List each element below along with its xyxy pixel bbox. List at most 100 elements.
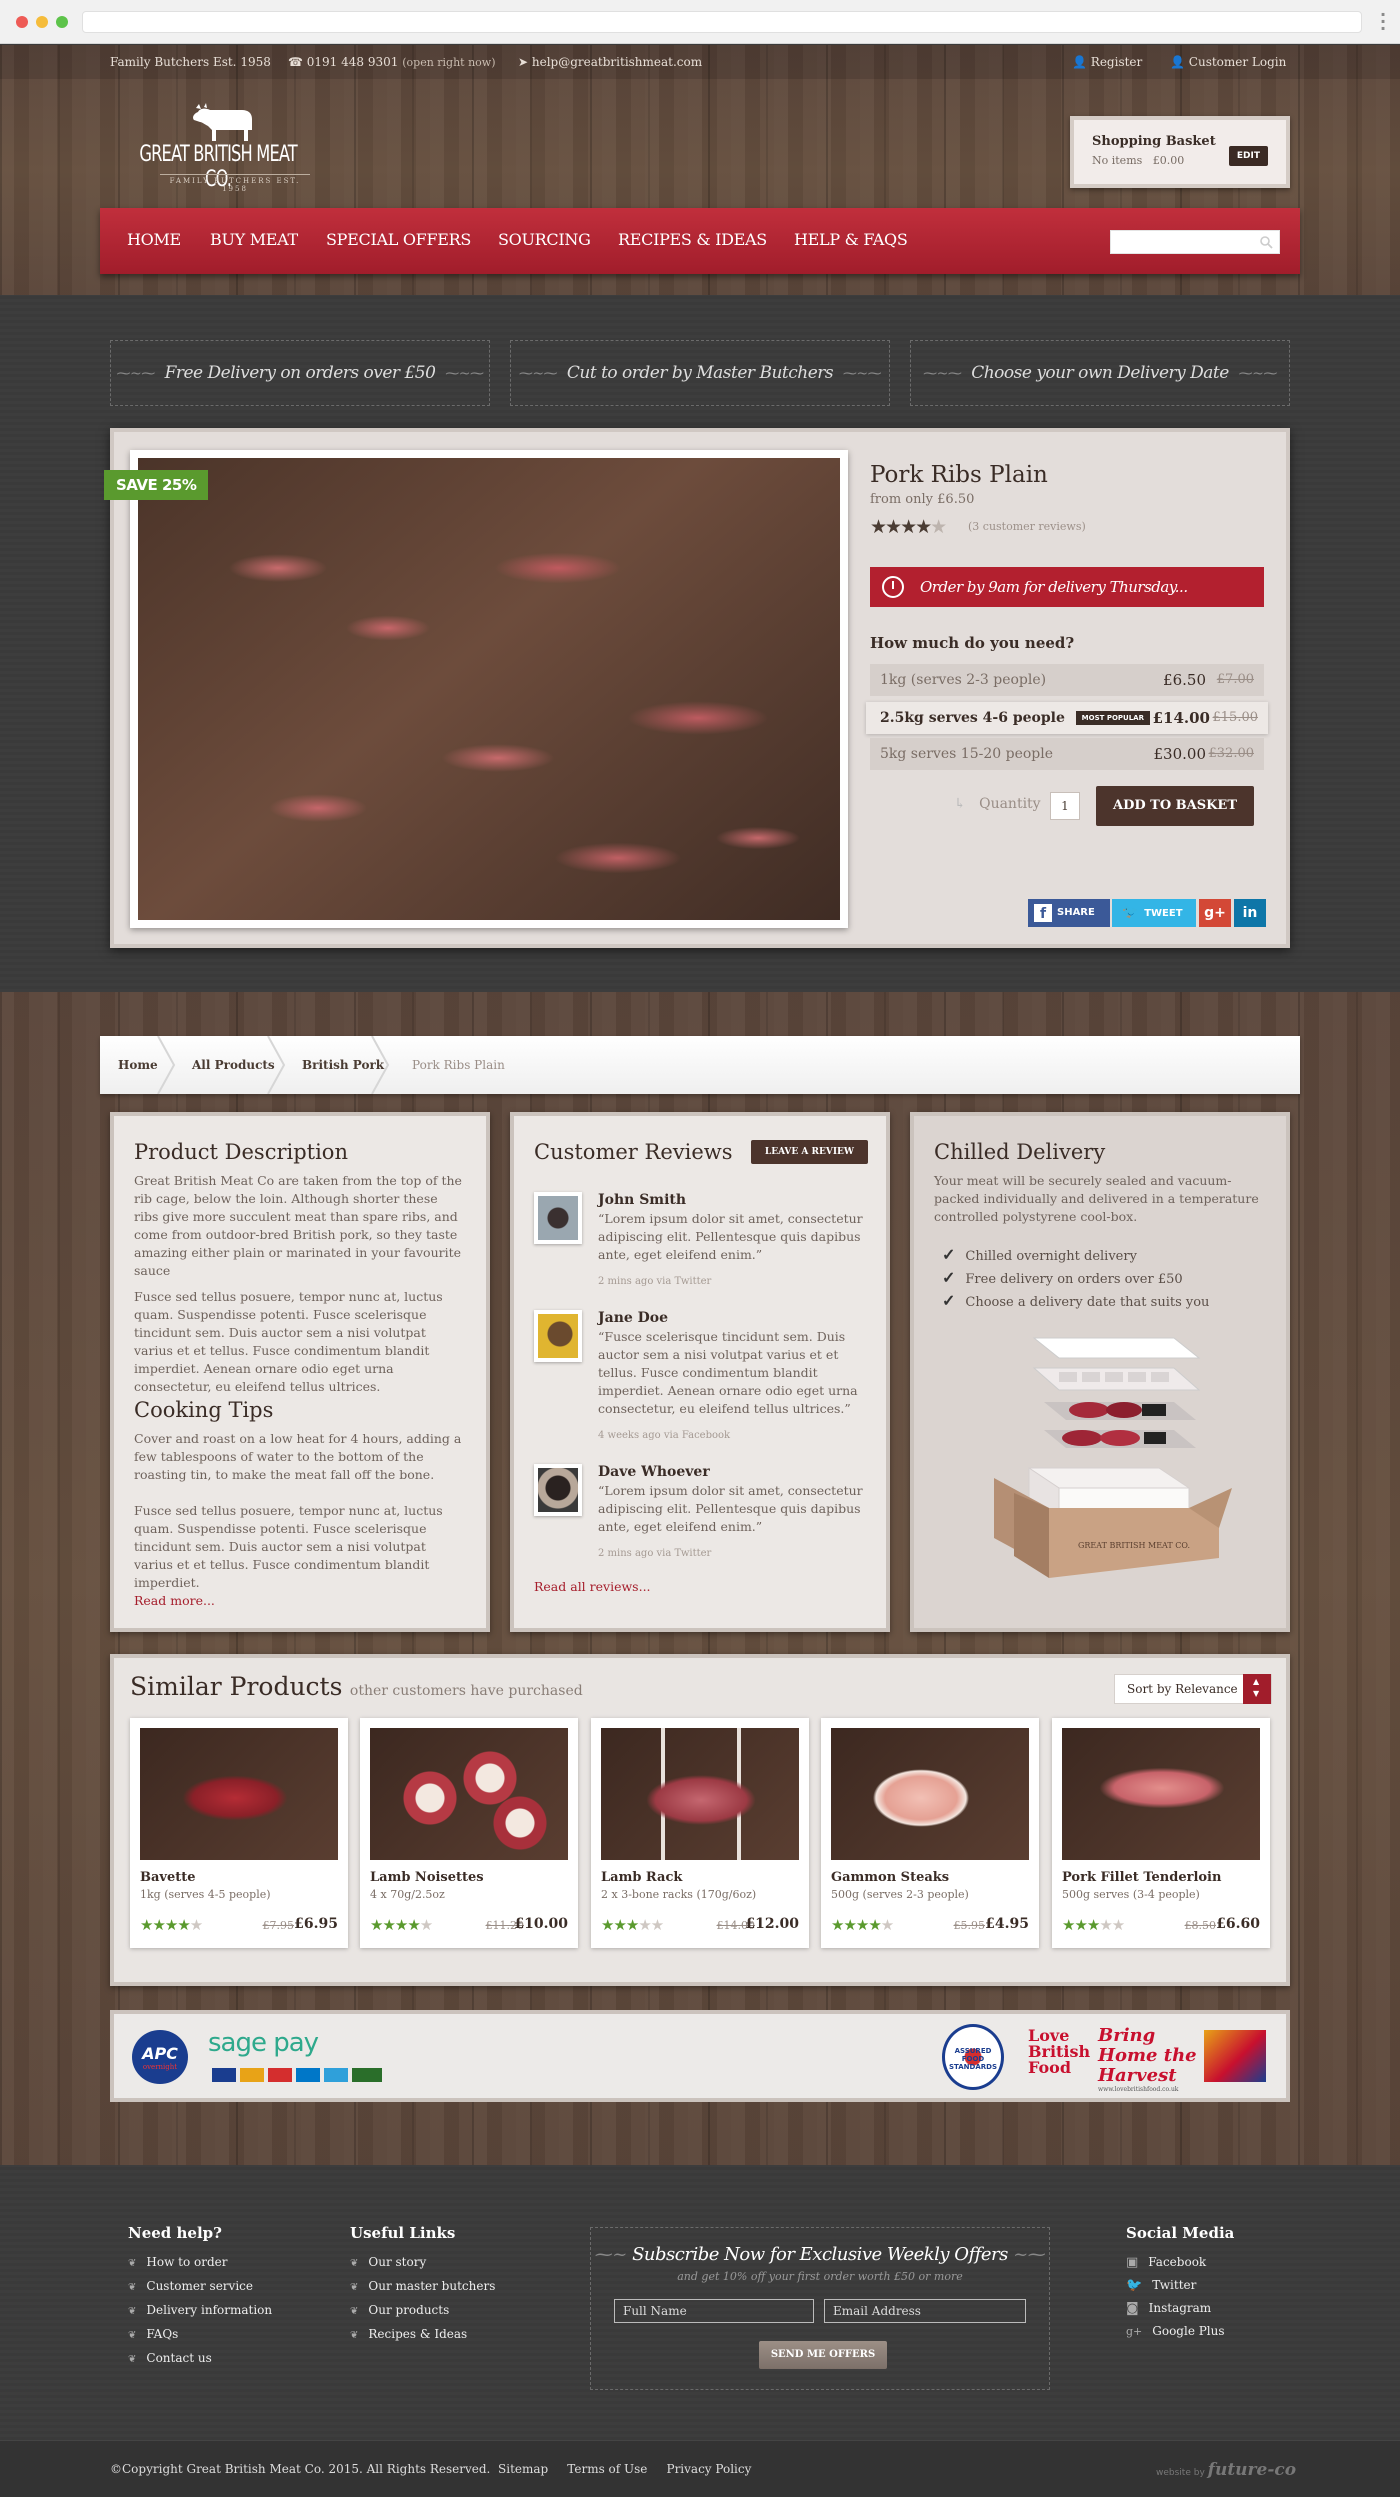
login-link[interactable]: 👤 Customer Login: [1170, 55, 1286, 69]
card-icons: [212, 2068, 382, 2082]
read-more-link[interactable]: Read more...: [134, 1592, 215, 1610]
quantity-input[interactable]: 1: [1050, 792, 1080, 820]
avatar: [534, 1464, 582, 1516]
useful-link[interactable]: ❦ Our story: [350, 2251, 495, 2275]
leave-review-button[interactable]: LEAVE A REVIEW: [750, 1140, 868, 1164]
nav-help-faqs[interactable]: HELP & FAQS: [794, 230, 908, 249]
twitter-icon: 🐦: [1122, 905, 1139, 920]
email-contact[interactable]: ➤ help@greatbritishmeat.com: [518, 55, 702, 69]
option-label: 5kg serves 15-20 people: [880, 746, 1054, 762]
facebook-share-button[interactable]: f SHARE: [1028, 899, 1110, 927]
address-bar[interactable]: [82, 11, 1362, 33]
nav-buy-meat[interactable]: BUY MEAT: [210, 230, 298, 249]
size-option[interactable]: 1kg (serves 2-3 people) £6.50 £7.00: [870, 664, 1264, 696]
help-link[interactable]: ❦ FAQs: [128, 2323, 272, 2347]
nav-sourcing[interactable]: SOURCING: [498, 230, 591, 249]
basket-items: No items: [1092, 154, 1143, 167]
phone-note: (open right now): [402, 56, 496, 69]
card-name: Lamb Rack: [601, 1870, 683, 1885]
help-link[interactable]: ❦ Delivery information: [128, 2299, 272, 2323]
rating-stars-filled: ★★★★: [870, 516, 932, 538]
sort-dropdown[interactable]: Sort by Relevance ▲ ▼: [1114, 1674, 1272, 1704]
pork-fillet-image: [1062, 1728, 1260, 1860]
shopping-basket[interactable]: Shopping Basket No items £0.00 EDIT: [1070, 116, 1290, 188]
card-desc: 4 x 70g/2.5oz: [370, 1888, 445, 1901]
add-to-basket-button[interactable]: ADD TO BASKET: [1096, 786, 1254, 826]
twitter-icon: 🐦: [1126, 2278, 1143, 2293]
credit-prefix: website by: [1156, 2468, 1205, 2478]
nav-special-offers[interactable]: SPECIAL OFFERS: [326, 230, 471, 249]
send-offers-button[interactable]: SEND ME OFFERS: [759, 2341, 887, 2369]
option-old-price: £7.00: [1216, 672, 1254, 687]
useful-link[interactable]: ❦ Our master butchers: [350, 2275, 495, 2299]
cooking-tips-text-2: Fusce sed tellus posuere, tempor nunc at…: [134, 1503, 443, 1590]
search-input[interactable]: [1110, 230, 1280, 254]
order-deadline-banner: Order by 9am for delivery Thursday...: [870, 567, 1264, 607]
close-window-icon[interactable]: [16, 16, 28, 28]
dropdown-arrows-icon[interactable]: ▲ ▼: [1243, 1674, 1271, 1704]
instagram-link[interactable]: ◙ Instagram: [1126, 2297, 1225, 2320]
help-link-label: How to order: [146, 2255, 228, 2269]
reviewer-name: Dave Whoever: [598, 1464, 710, 1480]
linkedin-share-button[interactable]: in: [1234, 899, 1266, 927]
breadcrumb-all-products[interactable]: All Products: [192, 1058, 275, 1072]
lamb-rack-image: [601, 1728, 799, 1860]
useful-link[interactable]: ❦ Our products: [350, 2299, 495, 2323]
product-card[interactable]: Bavette 1kg (serves 4-5 people) ★★★★★ £7…: [130, 1718, 348, 1948]
twitter-link[interactable]: 🐦 Twitter: [1126, 2274, 1225, 2297]
swirl-right-icon: ~⁓: [1007, 2244, 1046, 2265]
card-old-price: £7.95: [262, 1919, 295, 1932]
useful-link[interactable]: ❦ Recipes & Ideas: [350, 2323, 495, 2347]
sort-value: Sort by Relevance: [1127, 1682, 1238, 1696]
twitter-share-button[interactable]: 🐦 TWEET: [1112, 899, 1196, 927]
card-old-price: £8.50: [1184, 1919, 1217, 1932]
product-photo[interactable]: [130, 450, 848, 928]
card-rating: ★★★★★: [370, 1916, 433, 1934]
size-option-selected[interactable]: 2.5kg serves 4-6 people MOST POPULAR £14.0…: [866, 702, 1268, 734]
help-link[interactable]: ❦ Contact us: [128, 2347, 272, 2371]
basket-edit-button[interactable]: EDIT: [1228, 146, 1268, 166]
card-desc: 2 x 3-bone racks (170g/6oz): [601, 1888, 757, 1901]
product-from-price: from only £6.50: [870, 492, 975, 507]
site-logo[interactable]: GREAT BRITISH MEAT CO. FAMILY BUTCHERS E…: [132, 100, 342, 193]
box-label: GREAT BRITISH MEAT CO.: [1078, 1541, 1190, 1550]
email-input[interactable]: Email Address: [824, 2299, 1026, 2323]
breadcrumb-home[interactable]: Home: [118, 1058, 158, 1072]
fleur-icon: ❦: [128, 2354, 137, 2365]
product-card[interactable]: Lamb Noisettes 4 x 70g/2.5oz ★★★★★ £11.2…: [360, 1718, 578, 1948]
stars-filled: ★★★★: [831, 1916, 882, 1934]
privacy-link[interactable]: Privacy Policy: [667, 2462, 752, 2476]
usp-free-delivery: ⁓~⁓ Free Delivery on orders over £50 ⁓~⁓: [110, 340, 490, 406]
product-card[interactable]: Lamb Rack 2 x 3-bone racks (170g/6oz) ★★…: [591, 1718, 809, 1948]
product-card[interactable]: Gammon Steaks 500g (serves 2-3 people) ★…: [821, 1718, 1039, 1948]
help-link[interactable]: ❦ Customer service: [128, 2275, 272, 2299]
product-title: Pork Ribs Plain: [870, 462, 1048, 488]
google-plus-share-button[interactable]: g+: [1199, 899, 1231, 927]
browser-menu-icon[interactable]: · · ·: [1380, 7, 1386, 37]
harvest-basket-icon: [1204, 2030, 1266, 2082]
register-label: Register: [1090, 55, 1143, 69]
social-title: Social Media: [1126, 2224, 1235, 2242]
phone-contact[interactable]: ☎ 0191 448 9301 (open right now): [288, 55, 496, 69]
search-icon[interactable]: [1259, 235, 1273, 249]
sitemap-link[interactable]: Sitemap: [498, 2462, 548, 2476]
site-credit[interactable]: website by future-co: [1156, 2460, 1296, 2480]
tweet-label: TWEET: [1144, 908, 1183, 919]
google-plus-link[interactable]: g+ Google Plus: [1126, 2320, 1225, 2343]
clock-icon: [882, 576, 904, 598]
terms-link[interactable]: Terms of Use: [567, 2462, 647, 2476]
full-name-input[interactable]: Full Name: [614, 2299, 814, 2323]
reviews-count-link[interactable]: (3 customer reviews): [968, 520, 1086, 533]
nav-recipes-ideas[interactable]: RECIPES & IDEAS: [618, 230, 767, 249]
read-all-reviews-link[interactable]: Read all reviews...: [534, 1578, 651, 1596]
size-option[interactable]: 5kg serves 15-20 people £30.00 £32.00: [870, 738, 1264, 770]
facebook-link[interactable]: ▣ Facebook: [1126, 2251, 1225, 2274]
delivery-text: Your meat will be securely sealed and va…: [934, 1173, 1259, 1224]
nav-home[interactable]: HOME: [127, 230, 181, 249]
register-link[interactable]: 👤 Register: [1072, 55, 1142, 69]
newsletter-title-text: Subscribe Now for Exclusive Weekly Offer…: [632, 2244, 1008, 2265]
help-link[interactable]: ❦ How to order: [128, 2251, 272, 2275]
minimize-window-icon[interactable]: [36, 16, 48, 28]
maximize-window-icon[interactable]: [56, 16, 68, 28]
product-card[interactable]: Pork Fillet Tenderloin 500g serves (3-4 …: [1052, 1718, 1270, 1948]
